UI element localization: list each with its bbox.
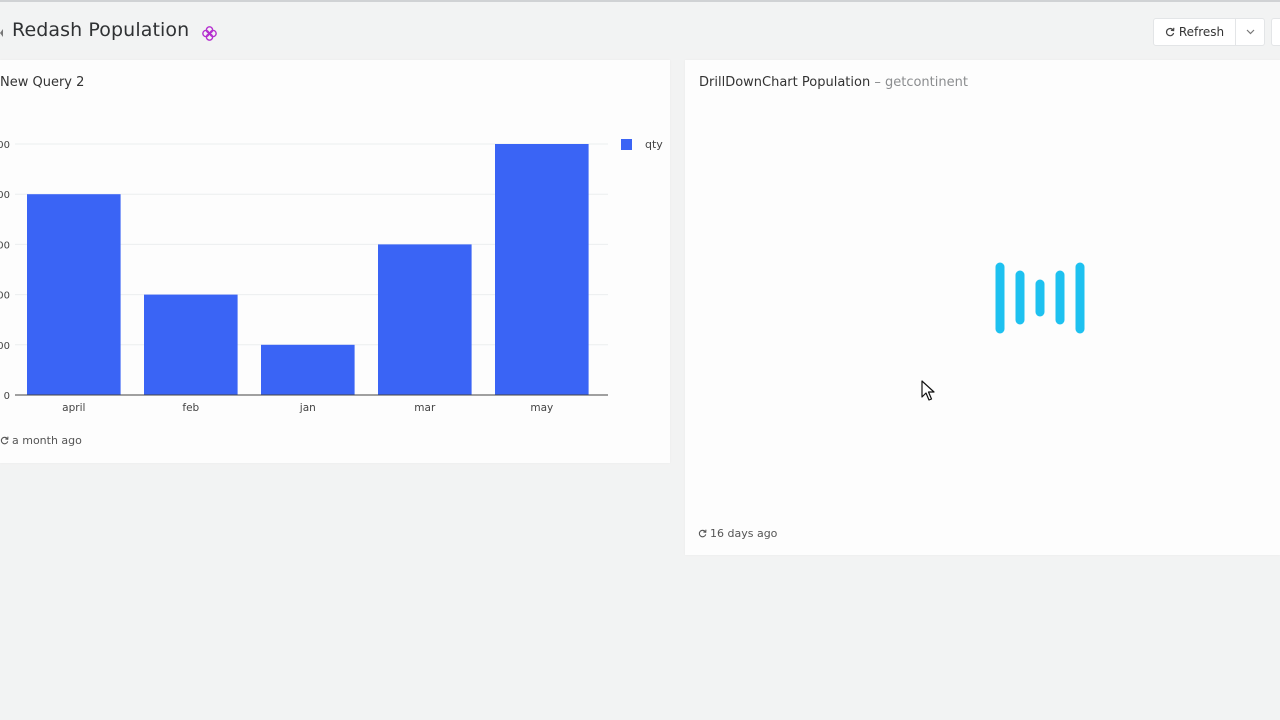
last-updated-text: a month ago <box>12 434 82 447</box>
x-tick-label: mar <box>414 402 436 414</box>
y-tick-label: 00 <box>0 291 10 302</box>
y-tick-label: 00 <box>0 341 10 352</box>
chevron-down-icon <box>1246 29 1254 35</box>
widget-title-text: DrillDownChart Population <box>699 75 871 90</box>
dashboard-title: Redash Population <box>12 19 190 41</box>
refresh-options-button[interactable] <box>1236 18 1265 46</box>
x-tick-label: april <box>62 402 85 414</box>
bar[interactable] <box>27 194 121 395</box>
bar[interactable] <box>378 244 472 395</box>
last-updated-text: 16 days ago <box>710 527 778 540</box>
y-tick-label: 00 <box>0 140 10 151</box>
widget-new-query-2: New Query 2 0 00 00 00 00 00 april feb jan mar may… <box>0 60 670 463</box>
y-tick-label: 00 <box>0 240 10 251</box>
loading-icon <box>995 262 1085 334</box>
widget-title[interactable]: DrillDownChart Population – getcontinent <box>699 75 968 90</box>
more-options-button[interactable] <box>1271 18 1280 46</box>
refresh-button[interactable]: Refresh <box>1153 18 1236 46</box>
bar[interactable] <box>144 294 238 395</box>
widget-footer: a month ago <box>0 434 82 447</box>
legend-swatch[interactable] <box>621 139 632 150</box>
collapse-arrow-icon[interactable] <box>0 29 3 37</box>
bar-chart: 00000000000april feb jan mar mayqty <box>0 138 663 414</box>
query-name: getcontinent <box>884 75 968 90</box>
favorite-icon[interactable] <box>202 26 217 41</box>
y-tick-label: 00 <box>0 190 10 201</box>
legend-label[interactable]: qty <box>645 138 663 151</box>
dashboard-header: Redash Population Refresh <box>0 2 1280 60</box>
bar[interactable] <box>261 344 355 395</box>
x-tick-label: feb <box>182 402 199 414</box>
widget-drilldown-population: DrillDownChart Population – getcontinent… <box>685 60 1280 555</box>
mouse-cursor-icon <box>921 380 935 401</box>
title-separator: – <box>874 75 881 90</box>
x-tick-label: jan <box>299 402 316 414</box>
widget-footer: 16 days ago <box>698 527 777 540</box>
refresh-icon <box>1165 27 1175 37</box>
refresh-icon[interactable] <box>698 529 707 538</box>
y-tick-label: 0 <box>4 391 10 402</box>
x-tick-label: may <box>530 402 553 414</box>
bar[interactable] <box>495 144 589 395</box>
refresh-icon[interactable] <box>0 436 9 445</box>
refresh-label: Refresh <box>1178 25 1225 39</box>
